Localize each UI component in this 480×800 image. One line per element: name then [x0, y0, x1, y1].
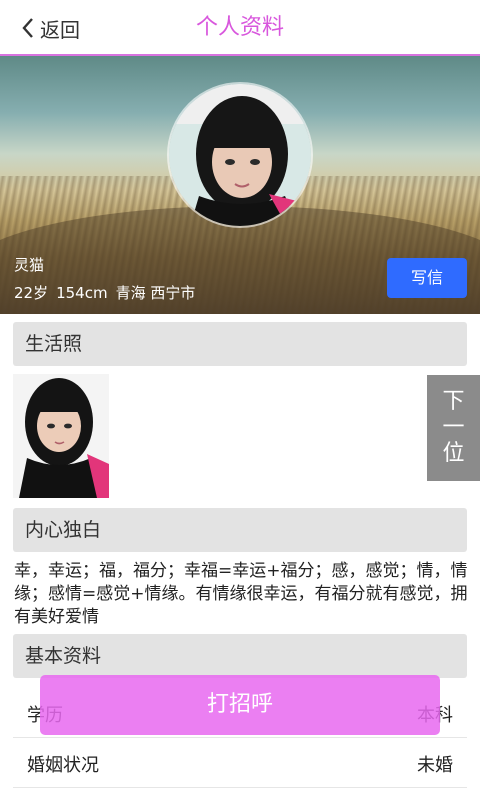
section-basic-title: 基本资料: [13, 634, 467, 678]
profile-location: 青海 西宁市: [115, 284, 196, 302]
section-photos-title: 生活照: [13, 322, 467, 366]
row-value: 未婚: [417, 755, 453, 776]
next-profile-button[interactable]: 下 一 位: [427, 375, 480, 481]
table-row: 婚姻状况 未婚: [13, 738, 467, 788]
avatar[interactable]: [167, 82, 313, 228]
profile-age: 22岁: [14, 284, 49, 302]
page-title: 个人资料: [195, 15, 284, 40]
section-bio-title: 内心独白: [13, 508, 467, 552]
profile-meta: 22岁 154cm 青海 西宁市: [14, 282, 203, 303]
profile-height: 154cm: [56, 284, 108, 302]
top-bar: 返回 个人资料: [0, 0, 480, 56]
bio-text: 幸，幸运；福，福分；幸福=幸运+福分；感，感觉；情，情缘；感情=感觉+情缘。有情…: [14, 561, 468, 627]
life-photo[interactable]: [13, 374, 109, 498]
row-label: 婚姻状况: [27, 755, 99, 776]
profile-banner: 灵猫 22岁 154cm 青海 西宁市 写信: [0, 56, 480, 314]
profile-name: 灵猫: [14, 256, 45, 274]
write-letter-button[interactable]: 写信: [387, 258, 467, 298]
greet-button[interactable]: 打招呼: [40, 675, 440, 735]
